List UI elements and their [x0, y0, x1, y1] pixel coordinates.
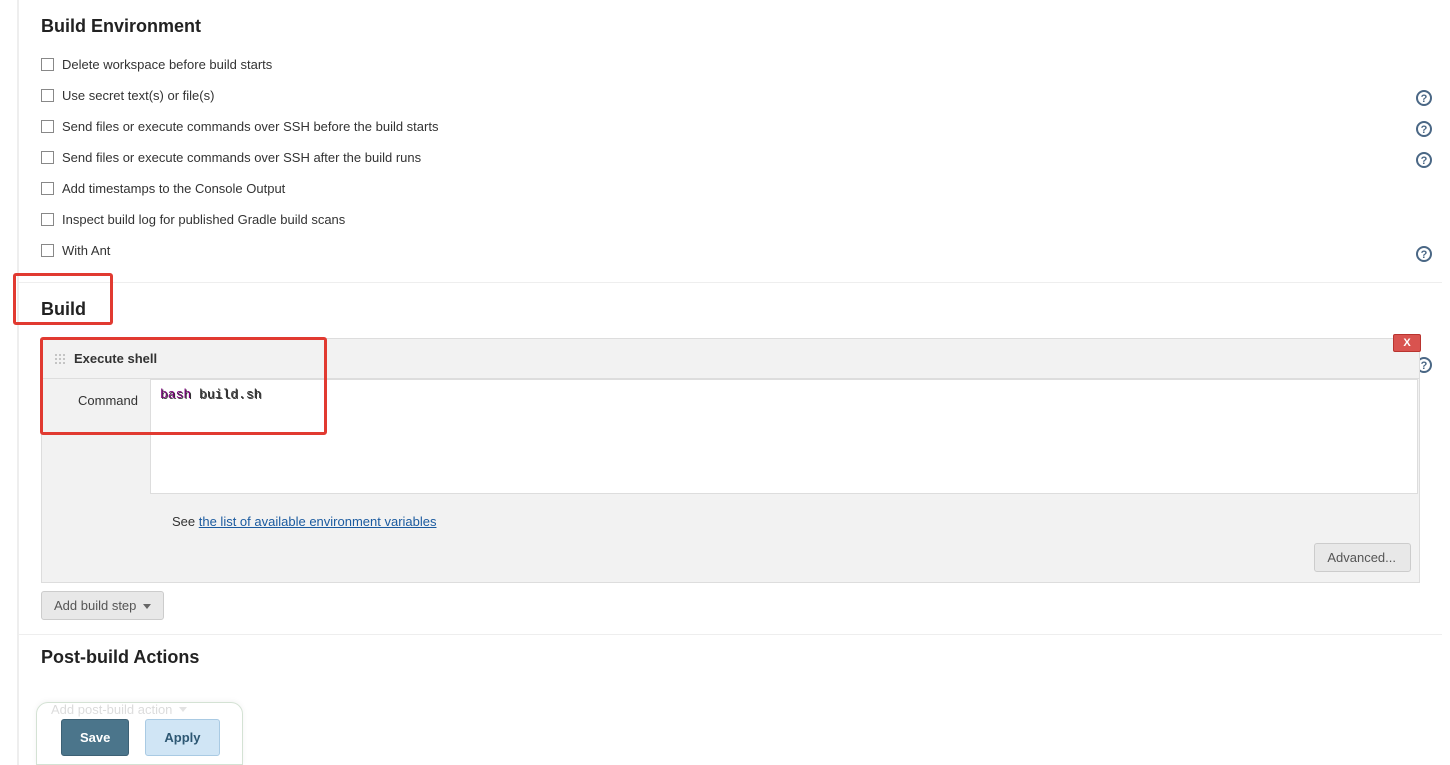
env-option-label: Add timestamps to the Console Output — [62, 181, 285, 196]
build-step-title: Execute shell — [74, 351, 157, 366]
help-icon[interactable]: ? — [1416, 121, 1432, 137]
svg-text:?: ? — [1421, 249, 1428, 261]
add-build-step-button[interactable]: Add build step — [41, 591, 164, 620]
section-build-environment-title: Build Environment — [19, 0, 1442, 43]
env-option-with-ant-checkbox[interactable] — [41, 244, 54, 257]
build-step-execute-shell: X Execute shell Command bash build.sh Se… — [41, 338, 1420, 583]
env-option-row: Inspect build log for published Gradle b… — [41, 204, 1442, 235]
env-option-ssh-before-checkbox[interactable] — [41, 120, 54, 133]
help-icon[interactable]: ? — [1416, 246, 1432, 262]
command-textarea[interactable] — [150, 379, 1418, 494]
env-vars-link[interactable]: the list of available environment variab… — [199, 514, 437, 529]
env-options-list: Delete workspace before build starts Use… — [19, 43, 1442, 276]
env-option-ssh-after-checkbox[interactable] — [41, 151, 54, 164]
section-post-build-title: Post-build Actions — [19, 635, 1442, 674]
env-option-row: Send files or execute commands over SSH … — [41, 111, 1442, 142]
build-step-header[interactable]: Execute shell — [42, 339, 1419, 379]
env-option-secret-text-checkbox[interactable] — [41, 89, 54, 102]
env-option-row: Use secret text(s) or file(s) — [41, 80, 1442, 111]
svg-text:?: ? — [1421, 124, 1428, 136]
env-option-label: Inspect build log for published Gradle b… — [62, 212, 345, 227]
delete-build-step-button[interactable]: X — [1393, 334, 1421, 352]
save-button[interactable]: Save — [61, 719, 129, 756]
apply-button[interactable]: Apply — [145, 719, 219, 756]
drag-handle-icon[interactable] — [54, 353, 66, 365]
env-option-row: Send files or execute commands over SSH … — [41, 142, 1442, 173]
bottom-action-bar: Save Apply — [36, 702, 243, 765]
env-option-row: Delete workspace before build starts — [41, 49, 1442, 80]
command-help-text: See the list of available environment va… — [172, 514, 1403, 529]
section-build-title: Build — [19, 283, 1442, 326]
env-option-label: Send files or execute commands over SSH … — [62, 150, 421, 165]
help-icon[interactable]: ? — [1416, 90, 1432, 106]
advanced-button[interactable]: Advanced... — [1314, 543, 1411, 572]
command-label: Command — [42, 379, 150, 498]
env-option-row: Add timestamps to the Console Output — [41, 173, 1442, 204]
svg-text:?: ? — [1421, 155, 1428, 167]
env-option-label: Send files or execute commands over SSH … — [62, 119, 438, 134]
help-icon[interactable]: ? — [1416, 152, 1432, 168]
svg-text:?: ? — [1421, 93, 1428, 105]
env-option-row: With Ant — [41, 235, 1442, 266]
env-option-gradle-scan-checkbox[interactable] — [41, 213, 54, 226]
env-option-label: Use secret text(s) or file(s) — [62, 88, 214, 103]
env-option-label: Delete workspace before build starts — [62, 57, 272, 72]
env-option-label: With Ant — [62, 243, 110, 258]
env-option-delete-workspace-checkbox[interactable] — [41, 58, 54, 71]
env-option-timestamps-checkbox[interactable] — [41, 182, 54, 195]
